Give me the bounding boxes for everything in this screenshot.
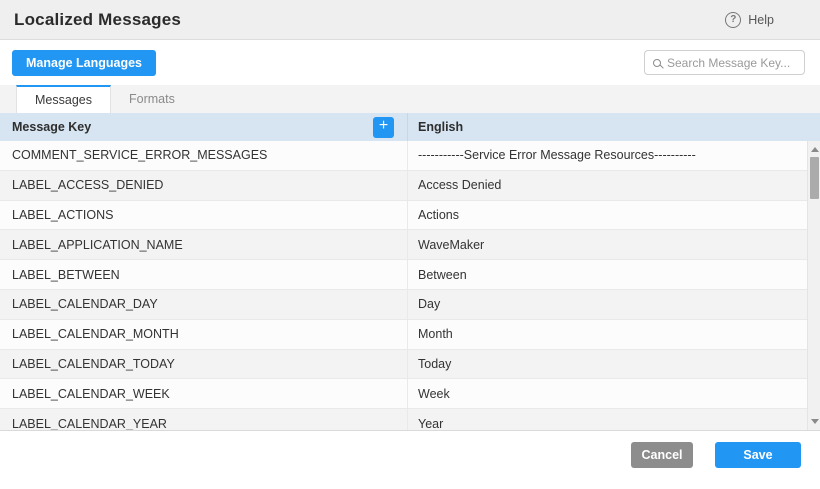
column-header-message-key: Message Key + [0, 113, 408, 141]
table-body-wrap: COMMENT_SERVICE_ERROR_MESSAGES ---------… [0, 141, 820, 431]
column-header-english: English [408, 113, 820, 141]
search-icon [653, 59, 661, 67]
english-value-cell[interactable]: Year [408, 409, 807, 430]
dialog-footer: Cancel Save [0, 431, 820, 489]
table-row[interactable]: LABEL_BETWEEN Between [0, 260, 807, 290]
table-row[interactable]: LABEL_CALENDAR_WEEK Week [0, 379, 807, 409]
dialog-header: Localized Messages ? Help [0, 0, 820, 40]
message-key-cell[interactable]: LABEL_ACCESS_DENIED [0, 171, 408, 200]
message-key-column-label: Message Key [12, 120, 91, 134]
message-key-cell[interactable]: LABEL_CALENDAR_WEEK [0, 379, 408, 408]
message-key-cell[interactable]: LABEL_CALENDAR_TODAY [0, 350, 408, 379]
tab-formats[interactable]: Formats [111, 85, 193, 113]
table-row[interactable]: LABEL_ACTIONS Actions [0, 201, 807, 231]
add-message-button[interactable]: + [373, 117, 394, 138]
table-row[interactable]: LABEL_APPLICATION_NAME WaveMaker [0, 230, 807, 260]
message-key-cell[interactable]: LABEL_CALENDAR_MONTH [0, 320, 408, 349]
search-box[interactable] [644, 50, 805, 75]
english-value-cell[interactable]: -----------Service Error Message Resourc… [408, 141, 807, 170]
table-row[interactable]: LABEL_CALENDAR_TODAY Today [0, 350, 807, 380]
page-title: Localized Messages [14, 10, 181, 30]
help-circle-icon: ? [725, 12, 741, 28]
manage-languages-button[interactable]: Manage Languages [12, 50, 156, 76]
english-value-cell[interactable]: Day [408, 290, 807, 319]
english-value-cell[interactable]: WaveMaker [408, 230, 807, 259]
table-row[interactable]: LABEL_CALENDAR_DAY Day [0, 290, 807, 320]
message-key-cell[interactable]: LABEL_CALENDAR_YEAR [0, 409, 408, 430]
english-column-label: English [418, 120, 463, 134]
english-value-cell[interactable]: Month [408, 320, 807, 349]
help-label: Help [748, 13, 774, 27]
table-body: COMMENT_SERVICE_ERROR_MESSAGES ---------… [0, 141, 807, 430]
message-key-cell[interactable]: COMMENT_SERVICE_ERROR_MESSAGES [0, 141, 408, 170]
english-value-cell[interactable]: Today [408, 350, 807, 379]
english-value-cell[interactable]: Between [408, 260, 807, 289]
english-value-cell[interactable]: Actions [408, 201, 807, 230]
table-row[interactable]: LABEL_ACCESS_DENIED Access Denied [0, 171, 807, 201]
plus-icon: + [379, 118, 388, 134]
message-key-cell[interactable]: LABEL_BETWEEN [0, 260, 408, 289]
scroll-down-arrow-icon[interactable] [808, 415, 820, 428]
table-row[interactable]: LABEL_CALENDAR_MONTH Month [0, 320, 807, 350]
scroll-up-arrow-icon[interactable] [808, 143, 820, 156]
table-scrollbar[interactable] [807, 141, 820, 430]
table-row[interactable]: COMMENT_SERVICE_ERROR_MESSAGES ---------… [0, 141, 807, 171]
english-value-cell[interactable]: Week [408, 379, 807, 408]
message-key-cell[interactable]: LABEL_ACTIONS [0, 201, 408, 230]
help-button[interactable]: ? Help [725, 12, 804, 28]
search-input[interactable] [667, 56, 796, 70]
english-value-cell[interactable]: Access Denied [408, 171, 807, 200]
search-icon-handle [659, 65, 664, 70]
tab-messages[interactable]: Messages [16, 85, 111, 113]
tab-bar: Messages Formats [0, 85, 820, 113]
message-key-cell[interactable]: LABEL_CALENDAR_DAY [0, 290, 408, 319]
cancel-button[interactable]: Cancel [631, 442, 693, 468]
table-header: Message Key + English [0, 113, 820, 141]
scrollbar-thumb[interactable] [810, 157, 819, 199]
table-row[interactable]: LABEL_CALENDAR_YEAR Year [0, 409, 807, 430]
localized-messages-dialog: Localized Messages ? Help Manage Languag… [0, 0, 820, 489]
toolbar: Manage Languages [0, 40, 820, 85]
message-key-cell[interactable]: LABEL_APPLICATION_NAME [0, 230, 408, 259]
save-button[interactable]: Save [715, 442, 801, 468]
